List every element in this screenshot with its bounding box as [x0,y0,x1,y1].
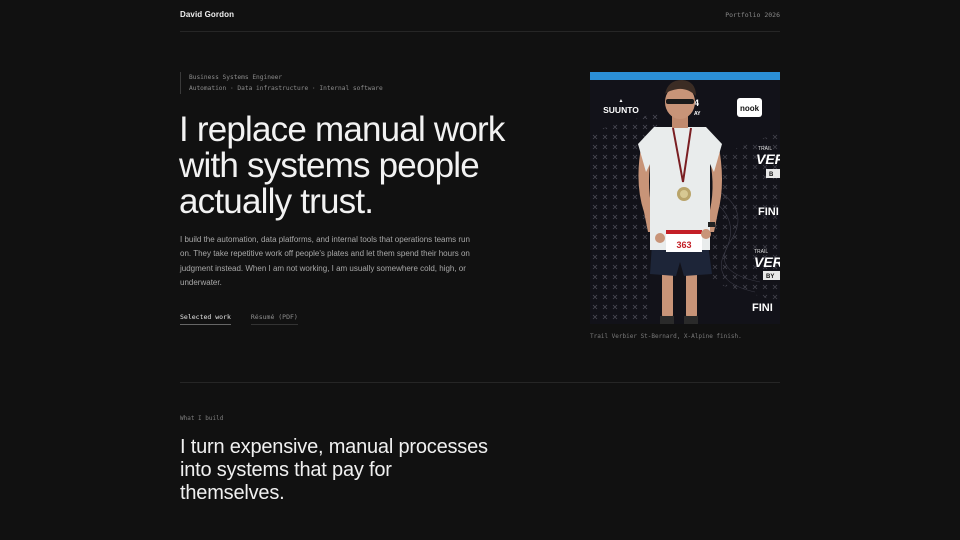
backdrop-big-1: VER [756,151,780,167]
eyebrow-tags: Automation · Data infrastructure · Inter… [189,85,383,92]
sponsor-suunto: SUUNTO [603,105,639,115]
hero-title-line-2: with systems people [179,146,480,185]
section-label: What I build [180,415,224,422]
bib-number: 363 [676,240,691,250]
eyebrow-role: Business Systems Engineer [189,74,283,81]
selected-work-link[interactable]: Selected work [180,313,231,325]
backdrop-big-2: VER [754,254,780,270]
section-divider [180,382,780,383]
photo-caption: Trail Verbier St-Bernard, X-Alpine finis… [590,333,742,340]
backdrop-fragment-2: AY [694,111,701,117]
brand-link[interactable]: David Gordon [180,10,234,19]
hero-photo: ▲ SUUNTO nook 4 AY TRAIL VER B FINI TRAI… [590,72,780,324]
hero-title-line-3: actually trust. [179,182,374,221]
hero-eyebrow: Business Systems Engineer Automation · D… [180,72,383,94]
sponsor-nook: nook [740,104,760,113]
sunglasses-icon [666,99,694,104]
section-title: I turn expensive, manual processes into … [180,436,488,504]
header-meta: Portfolio 2026 [725,11,780,19]
photo-top-accent [590,72,780,80]
backdrop-small-2: BY [766,274,774,280]
site-header: David Gordon Portfolio 2026 [180,0,780,32]
hero-title-line-1: I replace manual work [179,110,505,149]
resume-pdf-link[interactable]: Résumé (PDF) [250,313,298,325]
backdrop-finish-2: FINI [752,302,773,314]
hero-description: I build the automation, data platforms, … [180,235,470,287]
suunto-mark-icon: ▲ [619,98,624,104]
backdrop-small-1: B [769,172,774,178]
hero-title: I replace manual work with systems peopl… [179,112,539,220]
backdrop-finish-1: FINI [758,206,779,218]
hero-cta-row: Selected work Résumé (PDF) [180,313,298,325]
race-finish-photo: ▲ SUUNTO nook 4 AY TRAIL VER B FINI TRAI… [590,72,780,324]
watch-icon [708,222,715,227]
